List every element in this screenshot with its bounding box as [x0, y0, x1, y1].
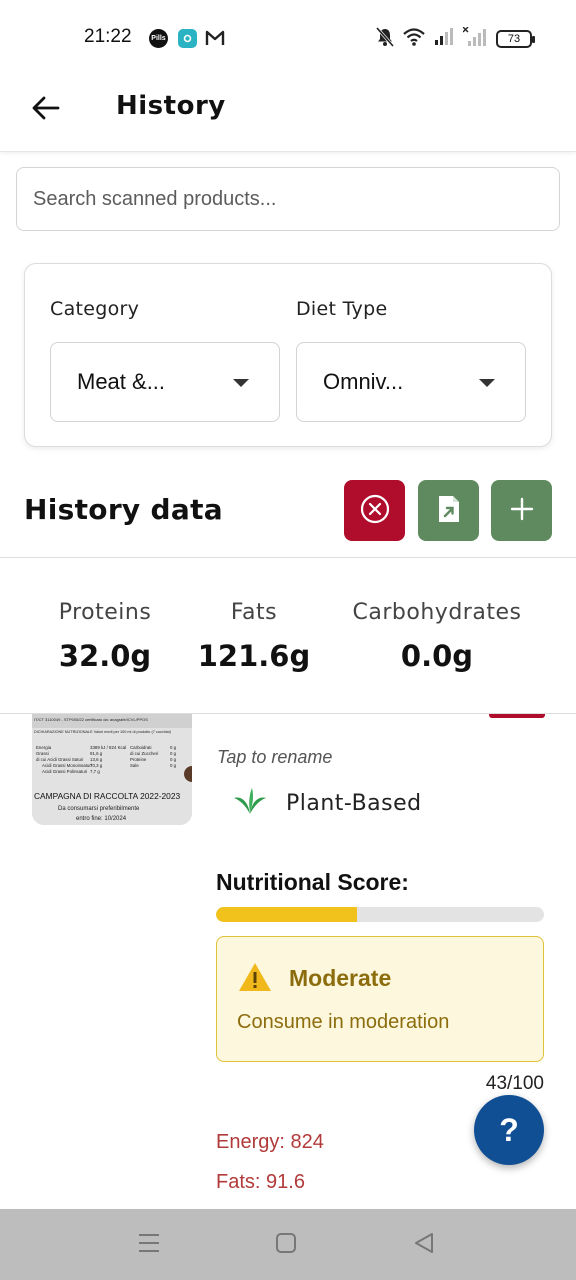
warning-icon [237, 961, 273, 997]
signal-x-icon [462, 26, 487, 51]
chevron-down-icon [233, 379, 249, 387]
label-row-2-value-2: 0 g [170, 751, 177, 756]
label-table-title: DICHIARAZIONE NUTRIZIONALE Valori medi p… [34, 730, 172, 734]
battery-level: 73 [507, 33, 521, 45]
leaf-sprout-icon [232, 786, 268, 820]
battery-icon: 73 [496, 30, 535, 48]
status-right-group: 73 [375, 26, 535, 51]
add-button[interactable] [491, 480, 552, 541]
label-row-3-value-2: 0 g [170, 757, 177, 762]
plus-icon [510, 497, 534, 525]
question-mark-icon: ? [499, 1111, 519, 1148]
search-input[interactable] [16, 167, 560, 231]
maps-app-icon [178, 29, 197, 48]
gmail-icon [205, 30, 225, 50]
score-number: 43/100 [485, 1073, 544, 1094]
score-progress-fill [216, 907, 358, 922]
score-card: Moderate Consume in moderation [216, 936, 544, 1062]
label-row-4-value-2: 0 g [170, 763, 177, 768]
arrow-left-icon [32, 96, 60, 124]
label-row-4-name: Acidi Grassi Monoinsaturi [42, 763, 92, 768]
carbs-label: Carbohydrates [352, 600, 522, 625]
pills-app-icon: Pills [149, 29, 168, 48]
label-row-4-name-2: Sale [130, 763, 139, 768]
menu-icon [138, 1233, 160, 1257]
page-title: History [116, 91, 226, 121]
diet-badge: Plant-Based [232, 786, 422, 820]
fats-summary: Fats 121.6g [194, 600, 314, 673]
label-row-5-name: Acidi Grassi Polinsaturi [42, 769, 87, 774]
filter-card: Category Diet Type Meat &... Omniv... [24, 263, 552, 447]
diet-type-dropdown[interactable]: Omniv... [296, 342, 526, 422]
export-button[interactable] [418, 480, 479, 541]
diet-type-label: Diet Type [296, 298, 388, 320]
product-image[interactable]: IT/CT 3110049 - STP005/22 certificato da… [32, 714, 192, 825]
label-row-3-value: 13,6 g [90, 757, 103, 762]
label-row-2-name: Grassi [36, 751, 49, 756]
fats-label: Fats [230, 600, 278, 625]
label-date-text: entro fine: 10/2024 [76, 816, 127, 822]
label-row-2-value: 91,6 g [90, 751, 103, 756]
proteins-summary: Proteins 32.0g [42, 600, 168, 673]
status-time: 21:22 [84, 26, 132, 47]
wifi-icon [403, 28, 425, 50]
label-row-3-name: di cui Acidi Grassi Saturi [36, 757, 83, 762]
nutrition-summary: Proteins 32.0g Fats 121.6g Carbohydrates… [0, 557, 576, 714]
pills-app-icon-text: Pills [151, 35, 166, 42]
mute-icon [375, 27, 395, 51]
score-description: Consume in moderation [237, 1011, 450, 1033]
category-value: Meat &... [77, 369, 166, 394]
label-header-text: IT/CT 3110049 - STP005/22 certificato da… [34, 717, 148, 722]
app-bar: History [0, 78, 576, 152]
fats-value: 121.6g [197, 639, 311, 673]
back-triangle-icon [413, 1232, 435, 1258]
chevron-down-icon [479, 379, 495, 387]
close-circle-icon [359, 493, 391, 529]
fats-text: Fats: 91.6 [216, 1171, 305, 1193]
status-bar: 21:22 Pills 73 [0, 0, 576, 78]
diet-type-value: Omniv... [323, 369, 404, 394]
carbs-value: 0.0g [400, 639, 474, 673]
help-button[interactable]: ? [474, 1095, 544, 1165]
category-dropdown[interactable]: Meat &... [50, 342, 280, 422]
label-row-4-value: 70,3 g [90, 763, 103, 768]
system-navigation-bar [0, 1209, 576, 1280]
label-consume-text: Da consumarsi preferibilmente [58, 806, 140, 812]
home-button[interactable] [270, 1229, 302, 1261]
category-label: Category [50, 298, 140, 320]
label-row-1-value: 3389 kJ / 824 Kcal [90, 745, 126, 750]
history-data-title: History data [24, 493, 223, 526]
proteins-value: 32.0g [58, 639, 152, 673]
energy-text: Energy: 824 [216, 1131, 324, 1153]
label-row-1-name: Energia [36, 745, 52, 750]
label-row-1-name-2: Carboidrati [130, 745, 151, 750]
nutritional-score-title: Nutritional Score: [216, 869, 409, 895]
home-square-icon [275, 1232, 297, 1258]
carbs-summary: Carbohydrates 0.0g [346, 600, 528, 673]
tap-to-rename-text[interactable]: Tap to rename [217, 747, 332, 768]
file-export-icon [436, 494, 462, 528]
menu-button[interactable] [133, 1229, 165, 1261]
clear-history-button[interactable] [344, 480, 405, 541]
score-progress-bar [216, 907, 544, 922]
diet-label: Plant-Based [286, 790, 422, 816]
label-campaign-text: CAMPAGNA DI RACCOLTA 2022-2023 [34, 791, 180, 801]
back-nav-button[interactable] [408, 1229, 440, 1261]
label-row-5-value: 7,7 g [90, 769, 100, 774]
back-button[interactable] [24, 88, 68, 132]
delete-chip[interactable] [489, 714, 545, 718]
label-row-3-name-2: Proteine [130, 757, 147, 762]
label-row-1-value-2: 0 g [170, 745, 177, 750]
label-row-2-name-2: di cui Zuccheri [130, 751, 158, 756]
proteins-label: Proteins [58, 600, 152, 625]
signal-icon [434, 28, 454, 50]
score-level: Moderate [289, 965, 392, 991]
